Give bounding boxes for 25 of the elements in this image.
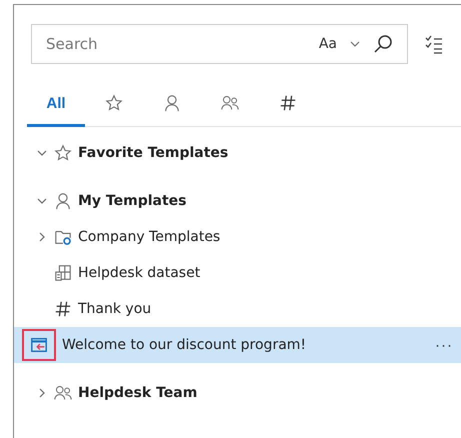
section-title[interactable]: Helpdesk Team — [78, 385, 461, 401]
person-icon — [163, 94, 181, 112]
people-icon — [54, 384, 72, 402]
folder-icon — [54, 228, 72, 246]
selected-template-row[interactable]: Welcome to our discount program! ··· — [14, 327, 461, 363]
table-icon — [54, 264, 72, 282]
star-icon — [54, 144, 72, 162]
hash-icon — [279, 94, 297, 112]
star-icon — [105, 94, 123, 112]
template-item[interactable]: Company Templates — [78, 229, 461, 245]
search-field[interactable]: Search Aa — [31, 24, 408, 64]
hash-icon — [54, 300, 72, 318]
match-case-toggle[interactable]: Aa — [318, 36, 337, 52]
checklist-icon[interactable] — [424, 34, 444, 54]
template-item[interactable]: Helpdesk dataset — [78, 265, 461, 281]
section-title[interactable]: Favorite Templates — [78, 145, 461, 161]
search-icon[interactable] — [373, 34, 393, 54]
template-label: Welcome to our discount program! — [62, 337, 308, 353]
person-icon — [54, 192, 72, 210]
people-icon — [221, 94, 239, 112]
section-title[interactable]: My Templates — [78, 193, 461, 209]
template-insert-icon — [30, 336, 48, 354]
more-button[interactable]: ··· — [435, 336, 453, 354]
filter-tab[interactable]: All — [27, 86, 85, 127]
template-item[interactable]: Thank you — [78, 301, 461, 317]
